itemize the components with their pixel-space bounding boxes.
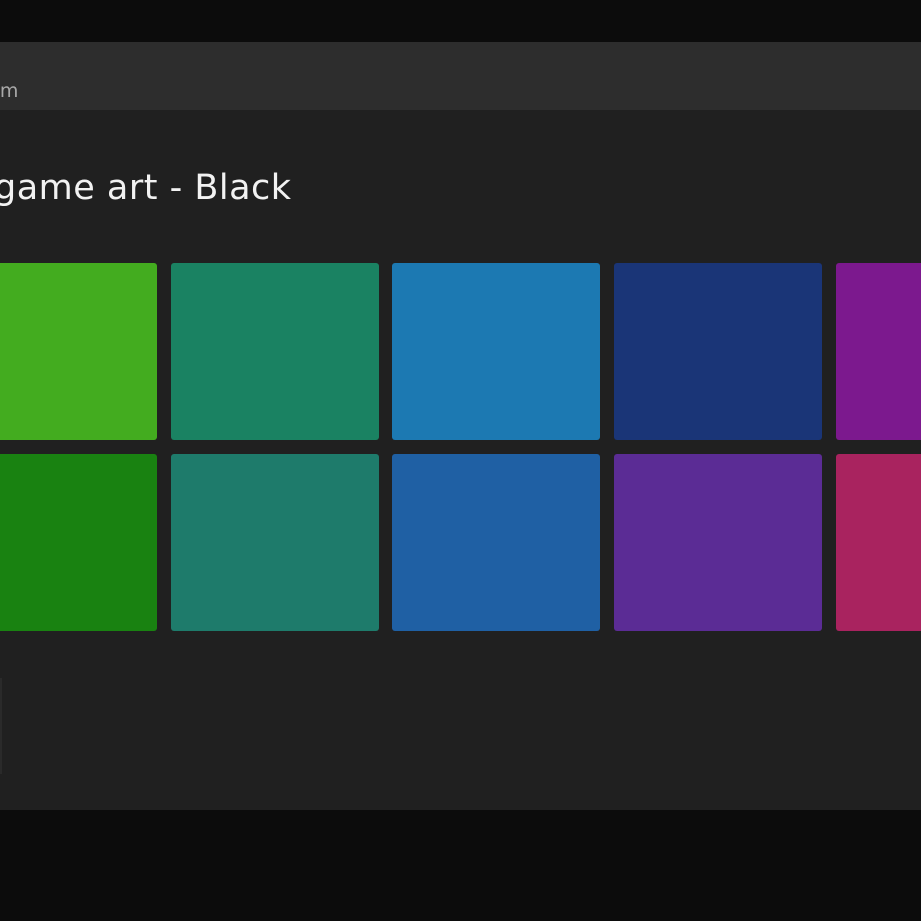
address-bar[interactable]: om: [0, 42, 921, 110]
tile-purple[interactable]: [614, 454, 822, 631]
tile-green-light[interactable]: [0, 263, 157, 440]
tile-blue[interactable]: [392, 454, 600, 631]
tile-crimson[interactable]: [836, 454, 921, 631]
address-bar-text: om: [0, 80, 19, 102]
screen: om game art - Black: [0, 0, 921, 921]
tile-teal[interactable]: [171, 454, 379, 631]
tile-purple-magenta[interactable]: [836, 263, 921, 440]
tile-green-dark[interactable]: [0, 454, 157, 631]
tile-teal-dark[interactable]: [171, 263, 379, 440]
tile-navy[interactable]: [614, 263, 822, 440]
app-window: om game art - Black: [0, 42, 921, 810]
tile-blue-light[interactable]: [392, 263, 600, 440]
scroll-edge: [0, 678, 2, 774]
page-title: game art - Black: [0, 168, 292, 208]
